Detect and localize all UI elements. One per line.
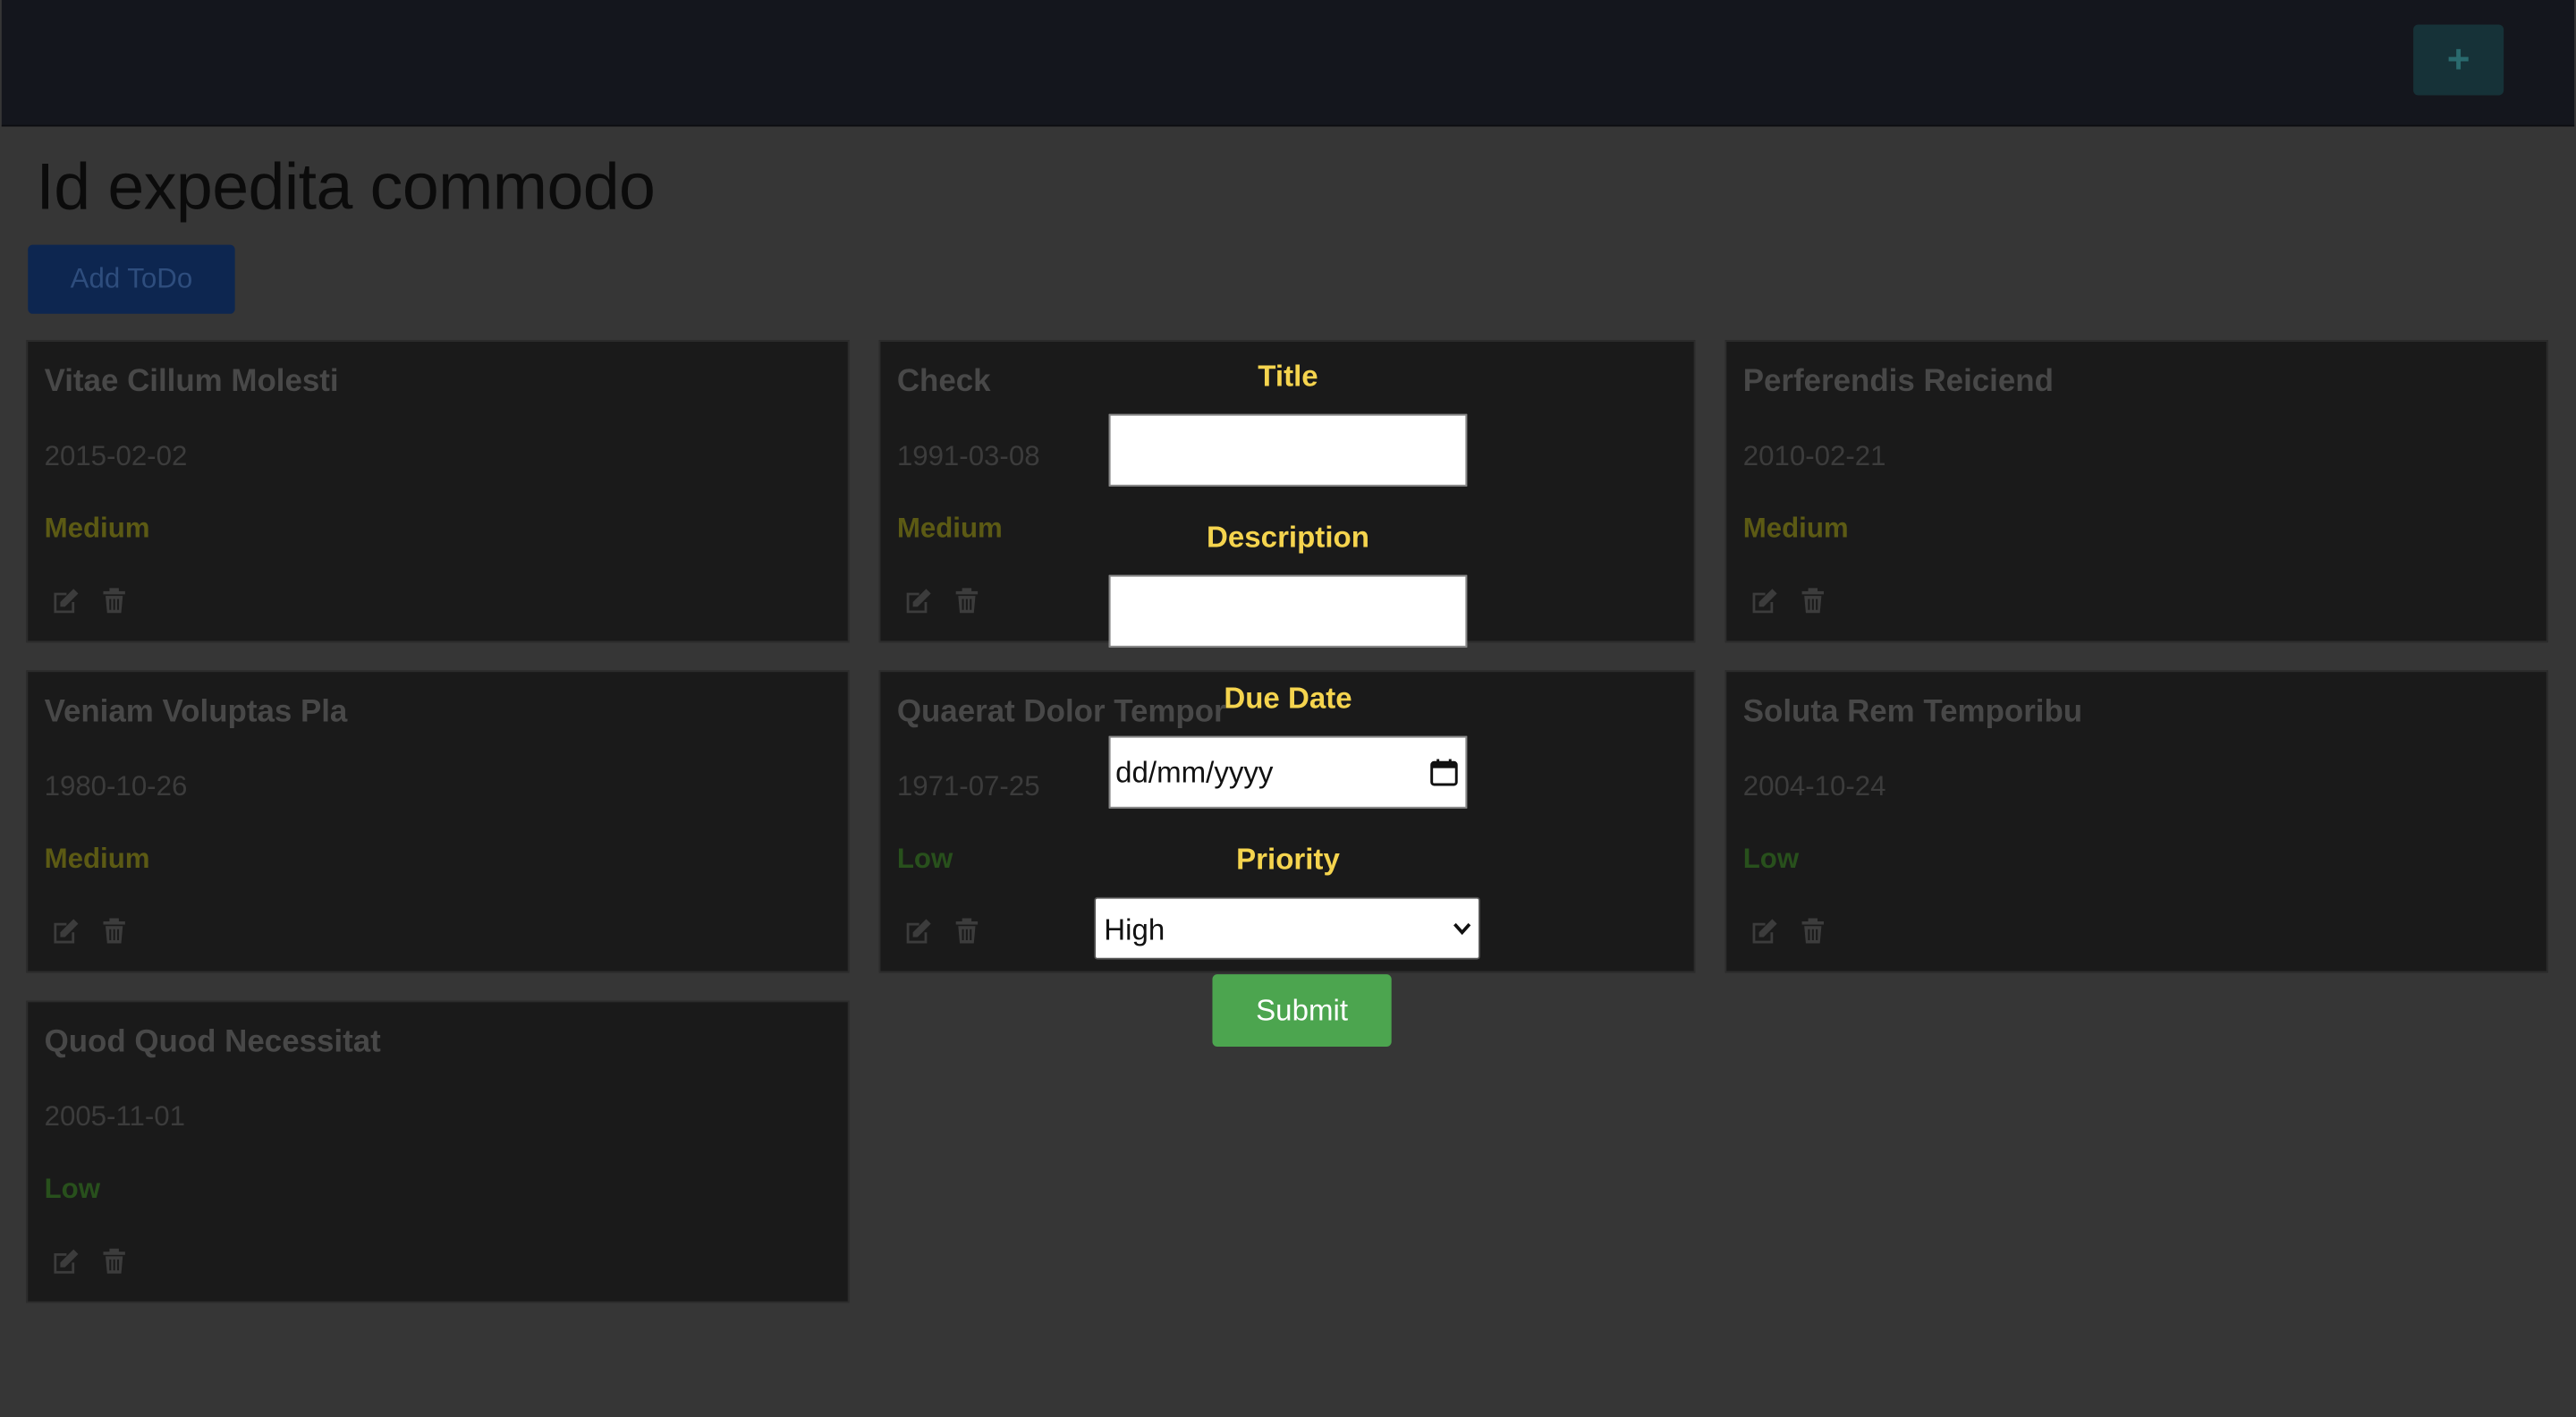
trash-icon[interactable] [1797,915,1828,946]
todo-card: Soluta Rem Temporibu 2004-10-24 Low [1724,670,2548,973]
top-navbar: + [1,0,2575,127]
edit-icon[interactable] [51,585,82,616]
priority-select[interactable]: High [1094,896,1480,960]
todo-date: 2010-02-21 [1742,440,1886,472]
todo-date: 2004-10-24 [1742,770,1886,802]
edit-icon[interactable] [903,585,935,616]
edit-icon[interactable] [1750,585,1781,616]
page-title: Id expedita commodo [36,150,656,224]
add-button[interactable]: + [2413,24,2504,96]
todo-title: Perferendis Reiciend [1742,364,2054,400]
title-input[interactable] [1108,413,1468,487]
trash-icon[interactable] [98,585,130,616]
todo-date: 2005-11-01 [44,1100,186,1133]
description-input[interactable] [1108,574,1468,648]
priority-selected-value: High [1104,913,1165,946]
todo-card: Vitae Cillum Molesti 2015-02-02 Medium [26,340,850,643]
app-root: + Id expedita commodo Add ToDo Vitae Cil… [0,0,2576,1416]
todo-title: Vitae Cillum Molesti [44,364,339,400]
todo-priority: Medium [1742,513,1849,544]
todo-date: 1991-03-08 [896,440,1040,472]
todo-priority: Low [1742,843,1800,875]
todo-priority: Medium [896,513,1003,544]
edit-icon[interactable] [51,1245,82,1277]
todo-priority: Low [44,1173,101,1205]
todo-card: Veniam Voluptas Pla 1980-10-26 Medium [26,670,850,973]
todo-title: Veniam Voluptas Pla [44,694,348,730]
due-date-placeholder: dd/mm/yyyy [1115,755,1274,789]
add-todo-button[interactable]: Add ToDo [28,244,235,314]
priority-label: Priority [1236,843,1340,876]
trash-icon[interactable] [98,1245,130,1277]
trash-icon[interactable] [951,585,982,616]
title-label: Title [1258,360,1318,393]
todo-date: 2015-02-02 [44,440,188,472]
submit-button[interactable]: Submit [1212,974,1392,1047]
chevron-down-icon [1453,922,1471,936]
description-label: Description [1207,521,1369,554]
due-date-input[interactable]: dd/mm/yyyy [1108,735,1468,809]
todo-title: Check [896,364,991,400]
edit-icon[interactable] [1750,915,1781,946]
due-date-label: Due Date [1224,682,1352,715]
todo-date: 1971-07-25 [896,770,1040,802]
trash-icon[interactable] [1797,585,1828,616]
todo-priority: Medium [44,843,150,875]
todo-date: 1980-10-26 [44,770,188,802]
todo-card: Perferendis Reiciend 2010-02-21 Medium [1724,340,2548,643]
plus-icon: + [2446,38,2470,82]
edit-icon[interactable] [903,915,935,946]
edit-icon[interactable] [51,915,82,946]
todo-priority: Medium [44,513,150,544]
trash-icon[interactable] [951,915,982,946]
trash-icon[interactable] [98,915,130,946]
todo-card: Quod Quod Necessitat 2005-11-01 Low [26,1000,850,1303]
todo-title: Soluta Rem Temporibu [1742,694,2083,730]
calendar-icon[interactable] [1429,758,1459,787]
todo-title: Quod Quod Necessitat [44,1025,381,1060]
todo-priority: Low [896,843,953,875]
